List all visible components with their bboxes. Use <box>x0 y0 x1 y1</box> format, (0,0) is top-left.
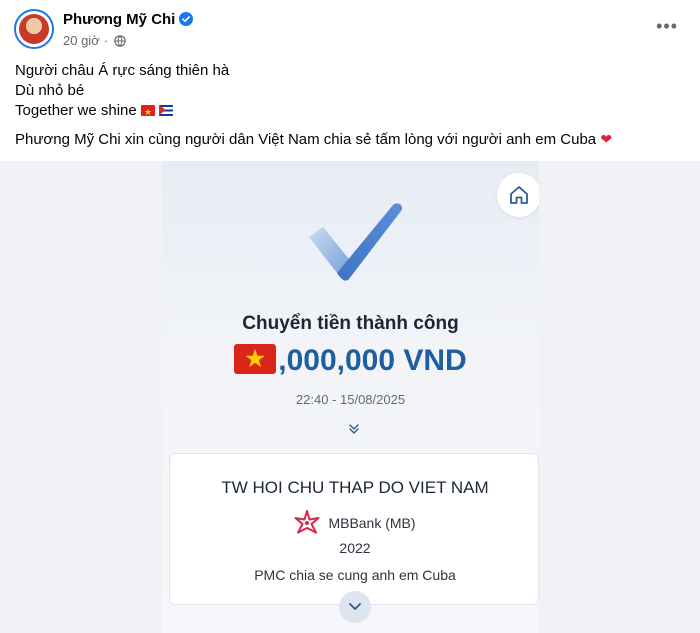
more-options-icon[interactable]: ••• <box>656 17 678 35</box>
post-time[interactable]: 20 giờ <box>63 33 100 48</box>
post-line-3: Together we shine <box>15 101 685 122</box>
transfer-amount: ,000,000 VND <box>278 344 467 377</box>
double-chevron-down-icon <box>349 424 359 434</box>
transfer-status: Chuyển tiền thành công <box>242 313 459 334</box>
transfer-amount-row: ,000,000 VND <box>162 344 539 378</box>
cuba-flag-icon <box>159 105 174 116</box>
home-icon <box>510 186 528 204</box>
bank-name: MBBank (MB) <box>328 515 416 531</box>
verified-badge-icon <box>179 12 193 26</box>
post-line-3-text: Together we shine <box>15 102 137 119</box>
account-number: 2022 <box>339 540 371 556</box>
avatar[interactable] <box>14 9 54 49</box>
post-media[interactable]: Chuyển tiền thành công ,000,000 VND 22:4… <box>0 161 700 633</box>
mbbank-logo-icon <box>294 510 320 534</box>
vietnam-flag-icon <box>234 344 277 374</box>
post-line-1: Người châu Á rực sáng thiên hà <box>15 62 230 79</box>
post-message-line: Phương Mỹ Chi xin cùng người dân Việt Na… <box>15 129 685 149</box>
heart-icon: ❤ <box>600 131 613 147</box>
transfer-memo: PMC chia se cung anh em Cuba <box>254 567 456 583</box>
transfer-receipt: Chuyển tiền thành công ,000,000 VND 22:4… <box>162 161 539 633</box>
post-message: Phương Mỹ Chi xin cùng người dân Việt Na… <box>15 131 597 148</box>
globe-icon <box>114 34 126 47</box>
chevron-down-icon <box>349 603 361 610</box>
success-check-icon <box>309 203 403 281</box>
post-header: Phương Mỹ Chi 20 giờ · ••• <box>14 9 686 51</box>
meta-separator: · <box>103 33 109 48</box>
bank-row: MBBank (MB) <box>170 510 539 536</box>
vietnam-flag-icon <box>140 102 155 122</box>
recipient-card: TW HOI CHU THAP DO VIET NAM MBBank (MB) … <box>169 453 539 605</box>
expand-button[interactable] <box>339 591 371 623</box>
home-button[interactable] <box>497 173 539 217</box>
transfer-datetime: 22:40 - 15/08/2025 <box>295 392 406 407</box>
post-text: Người châu Á rực sáng thiên hà Dù nhỏ bé… <box>15 61 685 149</box>
author-name[interactable]: Phương Mỹ Chi <box>63 11 175 28</box>
post-meta: 20 giờ · <box>63 33 126 48</box>
recipient-name: TW HOI CHU THAP DO VIET NAM <box>221 478 489 497</box>
post-line-2: Dù nhỏ bé <box>15 82 85 99</box>
